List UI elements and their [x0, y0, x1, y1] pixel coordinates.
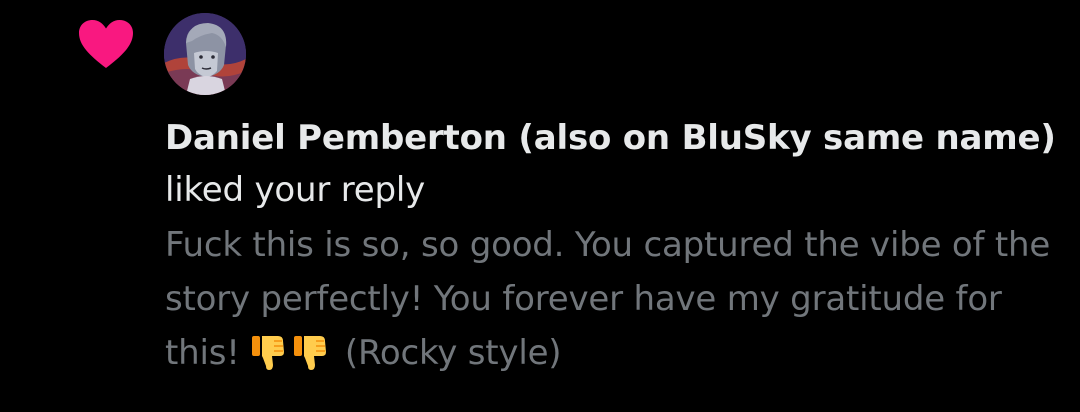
- thumbs-down-emoji: [252, 336, 285, 370]
- heart-icon: [79, 20, 133, 68]
- notification-headline: Daniel Pemberton (also on BluSky same na…: [165, 112, 1065, 216]
- action-text: liked your reply: [165, 170, 426, 210]
- notification-content: Daniel Pemberton (also on BluSky same na…: [165, 112, 1065, 380]
- reply-text-suffix: (Rocky style): [344, 333, 562, 373]
- thumbs-down-emoji: [294, 336, 327, 370]
- like-notification[interactable]: Daniel Pemberton (also on BluSky same na…: [0, 0, 1080, 412]
- avatar[interactable]: [164, 13, 246, 95]
- reply-preview[interactable]: Fuck this is so, so good. You captured t…: [165, 218, 1065, 380]
- avatar-illustration: [164, 13, 246, 95]
- user-name-link[interactable]: Daniel Pemberton (also on BluSky same na…: [165, 118, 1056, 158]
